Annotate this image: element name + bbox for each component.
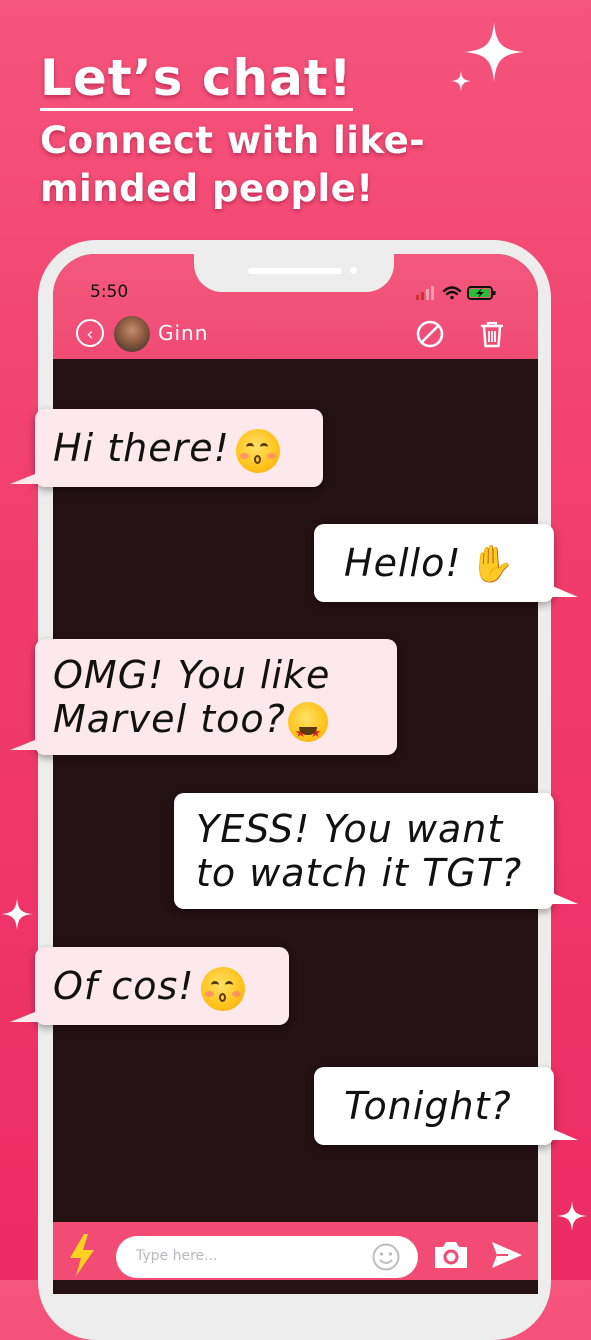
trash-icon[interactable] [479, 319, 505, 349]
back-button[interactable]: ‹ [76, 319, 104, 347]
bubble-tail [10, 738, 40, 750]
status-time: 5:50 [90, 282, 129, 302]
emoji-icon[interactable] [371, 1242, 401, 1272]
kissing-emoji-icon [235, 428, 280, 473]
contact-name[interactable]: Ginn [158, 321, 208, 345]
message-text: Marvel too? [53, 697, 286, 741]
back-icon: ‹ [86, 324, 94, 345]
message-bubble-sent: Tonight? [314, 1067, 554, 1145]
message-text: Of cos! [53, 964, 195, 1008]
message-text: OMG! You like [53, 653, 331, 697]
kissing-emoji-icon [200, 966, 245, 1011]
message-bubble-received: Hi there! [35, 409, 323, 487]
message-bubble-received: OMG! You like Marvel too?★★ [35, 639, 397, 755]
avatar[interactable] [114, 316, 150, 352]
lightning-icon[interactable] [66, 1232, 98, 1278]
bubble-tail [550, 892, 578, 904]
sparkle-icon [1, 898, 33, 930]
message-bubble-sent: YESS! You want to watch it TGT? [174, 793, 554, 909]
bubble-tail [10, 472, 40, 484]
message-text: Hello! [344, 541, 462, 585]
message-bubble-received: Of cos! [35, 947, 289, 1025]
promo-title: Let’s chat! [40, 48, 353, 111]
sparkle-icon [557, 1201, 587, 1231]
message-text: YESS! You want [196, 807, 504, 851]
battery-icon [467, 286, 496, 300]
star-struck-emoji-icon: ★★ [287, 701, 328, 742]
message-text: Hi there! [53, 426, 230, 470]
message-input[interactable]: Type here... [116, 1236, 418, 1278]
send-icon[interactable] [490, 1240, 524, 1270]
signal-icon [416, 286, 434, 300]
camera-icon[interactable] [432, 1239, 470, 1271]
camera-dot [350, 267, 357, 274]
wifi-icon [442, 286, 462, 300]
message-bubble-sent: Hello! ✋ [314, 524, 554, 602]
input-placeholder: Type here... [136, 1248, 218, 1264]
block-icon[interactable] [415, 319, 445, 349]
status-icons [416, 286, 496, 300]
bubble-tail [550, 585, 578, 597]
phone-notch [194, 254, 394, 292]
wave-emoji-icon: ✋ [469, 544, 516, 585]
promo-subtitle: Connect with like-minded people! [40, 119, 426, 210]
message-text: Tonight? [344, 1084, 512, 1128]
sparkle-icon [450, 70, 472, 92]
bubble-tail [10, 1010, 40, 1022]
bubble-tail [550, 1128, 578, 1140]
speaker [248, 268, 342, 274]
message-text: to watch it TGT? [196, 851, 523, 895]
